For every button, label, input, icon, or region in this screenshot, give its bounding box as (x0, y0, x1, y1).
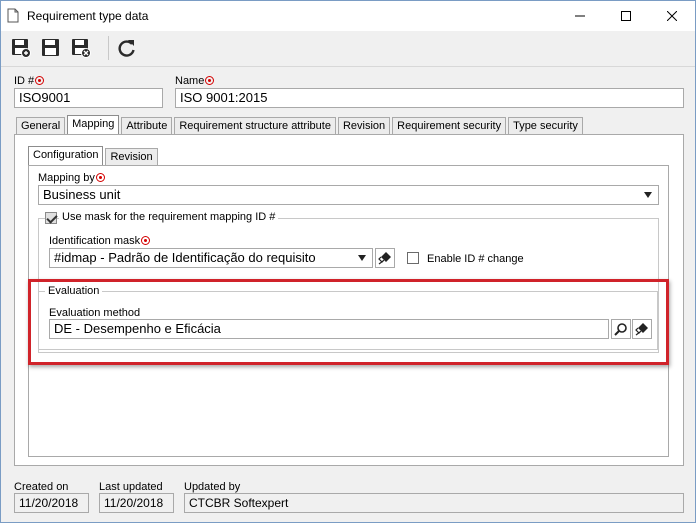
mapping-by-select[interactable]: Business unit (38, 185, 659, 205)
updated-by-field: CTCBR Softexpert (184, 493, 684, 513)
eraser-icon (378, 252, 391, 265)
save-new-icon (12, 39, 31, 58)
tab-revision[interactable]: Revision (337, 117, 391, 135)
id-label: ID # (14, 75, 45, 87)
id-field[interactable]: ISO9001 (14, 88, 163, 108)
minimize-icon (575, 15, 585, 17)
subtab-configuration[interactable]: Configuration (28, 146, 104, 166)
maximize-button[interactable] (603, 1, 649, 31)
evaluation-legend: Evaluation (45, 285, 103, 297)
updated-by-label: Updated by (184, 481, 241, 493)
name-label: Name (175, 75, 215, 87)
tab-type-security[interactable]: Type security (508, 117, 583, 135)
created-on-label: Created on (14, 481, 69, 493)
search-evaluation-button[interactable] (611, 319, 631, 339)
required-icon (35, 76, 45, 85)
identification-mask-label: Identification mask (49, 235, 151, 247)
refresh-button[interactable] (115, 36, 139, 60)
refresh-icon (118, 40, 135, 57)
save-icon (42, 39, 59, 56)
mapping-by-label: Mapping by (38, 172, 105, 184)
id-label-text: ID # (14, 75, 35, 87)
toolbar (1, 31, 695, 67)
save-new-button[interactable] (9, 36, 33, 60)
document-icon (7, 8, 19, 23)
save-close-button[interactable] (69, 36, 93, 60)
sub-tabs: Configuration Revision (28, 146, 160, 166)
close-button[interactable] (649, 1, 695, 31)
evaluation-method-label: Evaluation method (49, 307, 141, 319)
enable-id-change-checkbox[interactable] (407, 252, 419, 264)
close-icon (667, 11, 677, 21)
eraser-icon (635, 323, 648, 336)
required-icon (95, 173, 105, 182)
mapping-by-label-text: Mapping by (38, 172, 95, 184)
tab-requirement-structure-attribute[interactable]: Requirement structure attribute (174, 117, 336, 135)
last-updated-label: Last updated (99, 481, 163, 493)
maximize-icon (621, 11, 631, 21)
identification-mask-value: #idmap - Padrão de Identificação do requ… (54, 250, 316, 265)
created-on-field: 11/20/2018 (14, 493, 89, 513)
main-tabs: General Mapping Attribute Requirement st… (16, 115, 585, 135)
chevron-down-icon (644, 192, 652, 198)
clear-mask-button[interactable] (375, 248, 395, 268)
last-updated-field: 11/20/2018 (99, 493, 174, 513)
tab-mapping[interactable]: Mapping (67, 115, 120, 135)
tab-requirement-security[interactable]: Requirement security (392, 117, 507, 135)
tab-attribute[interactable]: Attribute (121, 117, 173, 135)
search-icon (614, 323, 627, 336)
save-close-icon (72, 39, 91, 58)
name-field[interactable]: ISO 9001:2015 (175, 88, 684, 108)
title-bar: Requirement type data (1, 1, 695, 31)
window-title: Requirement type data (27, 9, 149, 23)
chevron-down-icon (358, 255, 366, 261)
tab-general[interactable]: General (16, 117, 66, 135)
subtab-revision[interactable]: Revision (105, 148, 158, 166)
identification-mask-select[interactable]: #idmap - Padrão de Identificação do requ… (49, 248, 373, 268)
name-label-text: Name (175, 75, 205, 87)
evaluation-method-field[interactable]: DE - Desempenho e Eficácia (49, 319, 609, 339)
required-icon (205, 76, 215, 85)
save-button[interactable] (39, 36, 63, 60)
identification-mask-label-text: Identification mask (49, 235, 141, 247)
use-mask-label: Use mask for the requirement mapping ID … (59, 211, 279, 223)
toolbar-separator (108, 36, 109, 60)
enable-id-change-label: Enable ID # change (427, 253, 524, 265)
mapping-by-value: Business unit (43, 187, 121, 202)
minimize-button[interactable] (557, 1, 603, 31)
clear-evaluation-button[interactable] (632, 319, 652, 339)
use-mask-checkbox[interactable] (45, 212, 57, 224)
required-icon (141, 236, 151, 245)
requirement-type-window: Requirement type data ID # ISO9001 Name … (0, 0, 696, 523)
